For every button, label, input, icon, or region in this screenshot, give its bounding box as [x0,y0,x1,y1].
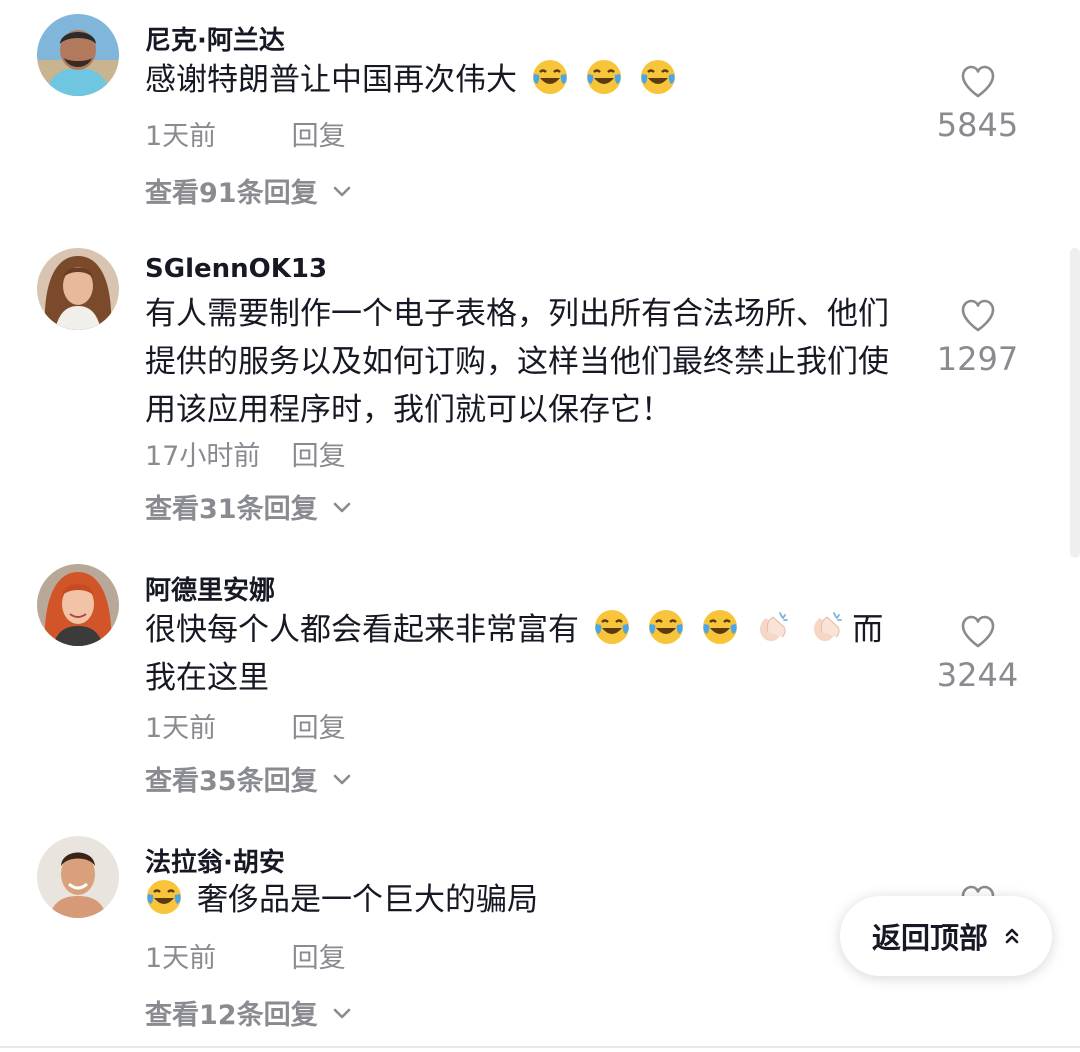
clapping-hands-emoji-icon [808,608,846,646]
like-count: 1297 [936,340,1019,378]
comment-text-content: 很快每个人都会看起来非常富有 [145,612,579,648]
reply-button[interactable]: 回复 [292,434,346,473]
comment-text: 很快每个人都会看起来非常富有 而我在这里 [145,606,905,702]
comment-time: 1天前 [145,943,217,974]
username[interactable]: SGlennOK13 [145,254,327,284]
heart-outline-icon [961,299,994,332]
view-replies-label: 查看31条回复 [145,494,318,525]
comment-text-content: 奢侈品是一个巨大的骗局 [197,882,538,918]
view-replies-label: 查看91条回复 [145,178,318,209]
chevron-down-icon [332,763,352,794]
comment-time: 1天前 [145,713,217,744]
view-replies-button[interactable]: 查看35条回复 [145,759,352,798]
clapping-hands-emoji-icon [754,608,792,646]
comment-meta: 1天前 回复 [145,114,346,153]
divider [0,1046,1080,1048]
chevron-down-icon [332,997,352,1028]
double-chevron-up-icon [1004,919,1020,953]
comment-text: 感谢特朗普让中国再次伟大 [145,56,915,104]
like-count: 3244 [936,656,1019,694]
comment-text-content: 感谢特朗普让中国再次伟大 [145,62,517,98]
view-replies-button[interactable]: 查看12条回复 [145,993,352,1032]
username[interactable]: 尼克·阿兰达 [145,20,285,57]
like-button[interactable]: 3244 [925,614,1030,694]
back-to-top-label: 返回顶部 [871,921,988,955]
scrollbar[interactable] [1070,248,1080,558]
like-button[interactable]: 1297 [925,298,1030,378]
chevron-down-icon [332,175,352,206]
heart-outline-icon [961,65,994,98]
joy-emoji-icon [639,58,677,96]
view-replies-button[interactable]: 查看31条回复 [145,487,352,526]
reply-button[interactable]: 回复 [292,936,346,975]
comment-meta: 17小时前 回复 [145,434,346,473]
comment-time: 1天前 [145,121,217,152]
joy-emoji-icon [585,58,623,96]
joy-emoji-icon [701,608,739,646]
username[interactable]: 阿德里安娜 [145,570,275,607]
joy-emoji-icon [145,878,183,916]
view-replies-label: 查看12条回复 [145,1000,318,1031]
username[interactable]: 法拉翁·胡安 [145,842,285,879]
like-count: 5845 [936,106,1019,144]
comment-time: 17小时前 [145,441,261,472]
back-to-top-button[interactable]: 返回顶部 [840,896,1052,976]
comment-meta: 1天前 回复 [145,936,346,975]
comment-text: 奢侈品是一个巨大的骗局 [145,876,915,924]
joy-emoji-icon [593,608,631,646]
comment-text: 有人需要制作一个电子表格，列出所有合法场所、他们提供的服务以及如何订购，这样当他… [145,296,889,428]
reply-button[interactable]: 回复 [292,114,346,153]
joy-emoji-icon [531,58,569,96]
like-button[interactable]: 5845 [925,64,1030,144]
joy-emoji-icon [647,608,685,646]
avatar[interactable] [37,14,119,96]
reply-button[interactable]: 回复 [292,706,346,745]
view-replies-button[interactable]: 查看91条回复 [145,171,352,210]
avatar[interactable] [37,564,119,646]
comment-meta: 1天前 回复 [145,706,346,745]
comments-panel: 尼克·阿兰达 感谢特朗普让中国再次伟大 1天前 回复 查看91条回复 5845 … [0,0,1080,1052]
avatar[interactable] [37,836,119,918]
avatar[interactable] [37,248,119,330]
view-replies-label: 查看35条回复 [145,766,318,797]
chevron-down-icon [332,491,352,522]
heart-outline-icon [961,615,994,648]
